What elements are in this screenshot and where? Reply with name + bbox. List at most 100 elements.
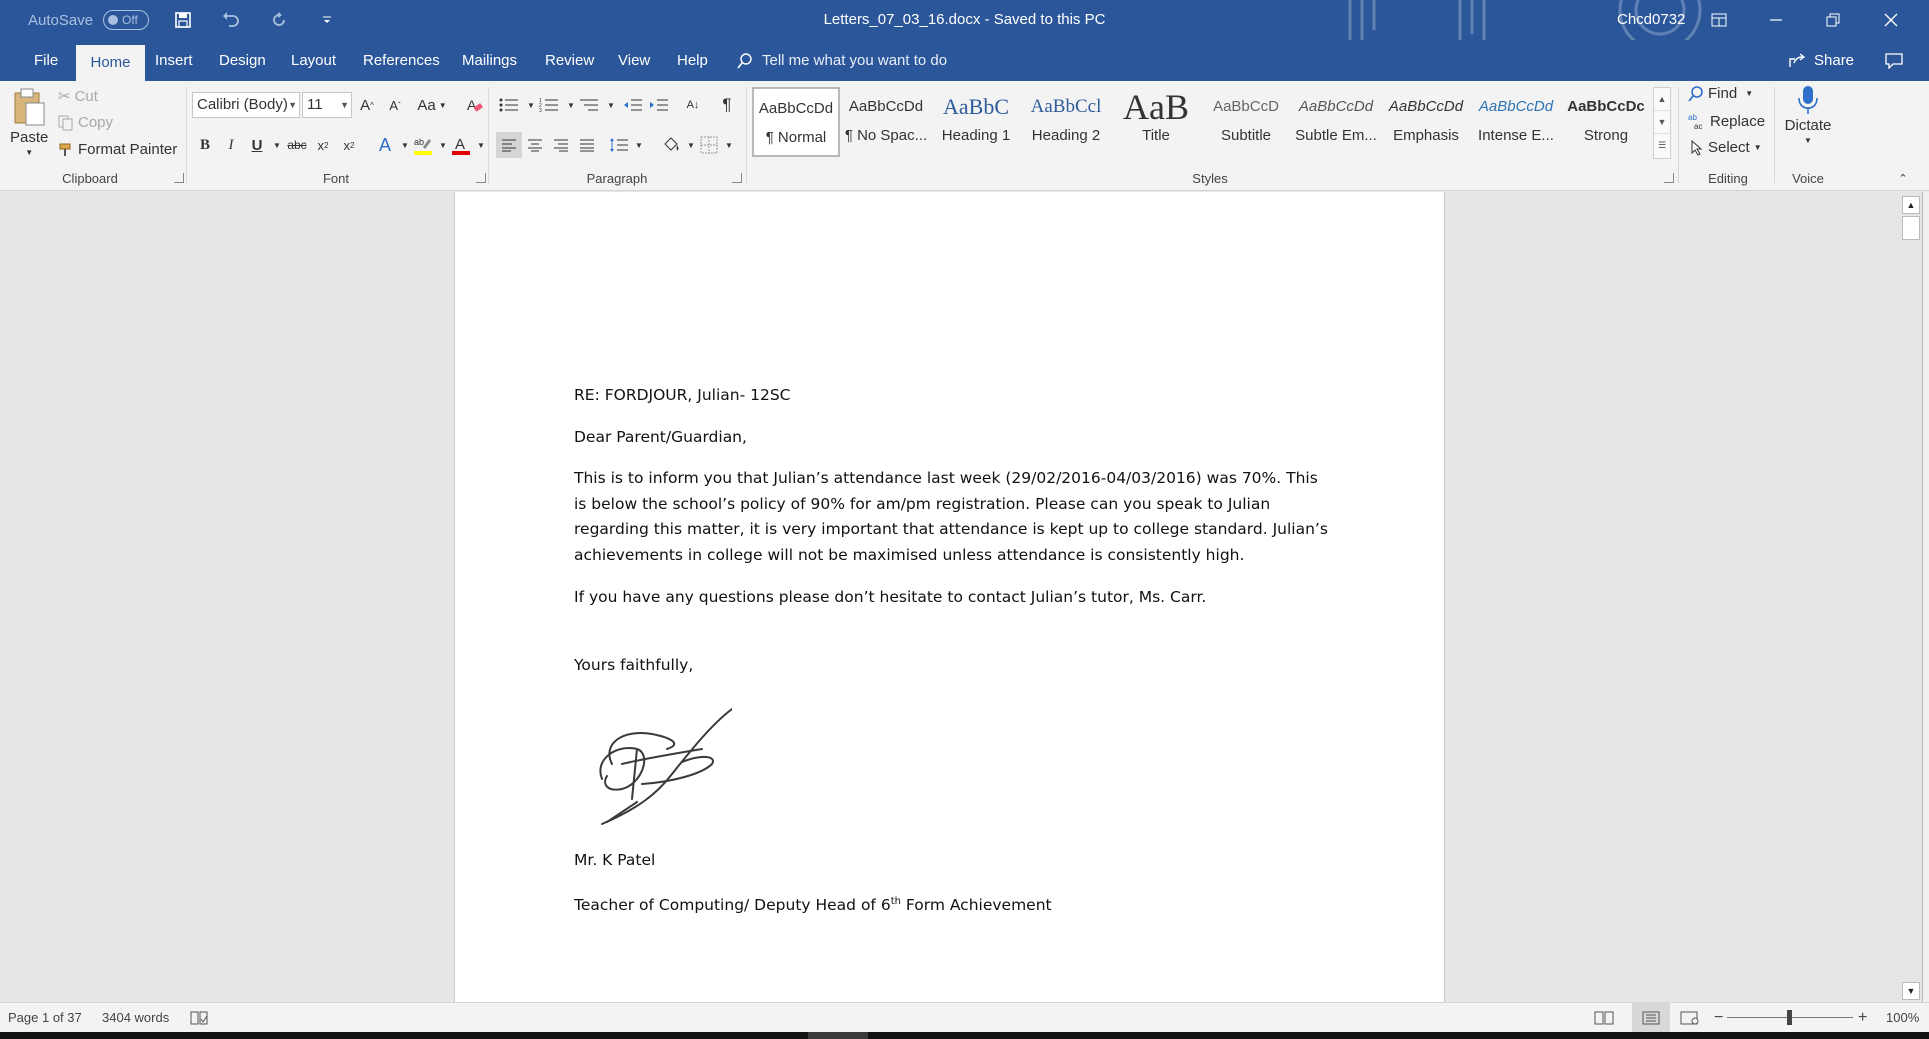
- clipboard-launcher-icon[interactable]: [174, 173, 184, 183]
- tab-review[interactable]: Review: [533, 40, 606, 81]
- tab-view[interactable]: View: [606, 40, 662, 81]
- autosave-state: Off: [122, 13, 138, 27]
- font-color-dropdown-icon[interactable]: ▼: [468, 132, 494, 158]
- format-painter-label: Format Painter: [78, 141, 178, 158]
- increase-indent-icon[interactable]: [646, 92, 672, 118]
- bold-icon[interactable]: B: [192, 132, 218, 158]
- replace-button[interactable]: ab ac Replace: [1688, 112, 1765, 131]
- font-launcher-icon[interactable]: [476, 173, 486, 183]
- tab-file[interactable]: File: [22, 40, 70, 81]
- restore-icon[interactable]: [1810, 0, 1856, 40]
- tab-home[interactable]: Home: [76, 45, 145, 81]
- styles-scroll-down-icon[interactable]: ▼: [1654, 111, 1670, 134]
- taskbar-active-app[interactable]: [808, 1032, 868, 1039]
- customize-qat-icon[interactable]: [313, 6, 341, 34]
- style-heading-1[interactable]: AaBbC Heading 1: [932, 87, 1020, 157]
- style-strong[interactable]: AaBbCcDc Strong: [1562, 87, 1650, 157]
- svg-text:ab: ab: [1688, 113, 1697, 122]
- style-emphasis[interactable]: AaBbCcDd Emphasis: [1382, 87, 1470, 157]
- tab-mailings[interactable]: Mailings: [450, 40, 529, 81]
- minimize-icon[interactable]: [1753, 0, 1799, 40]
- zoom-slider-thumb[interactable]: [1787, 1010, 1792, 1025]
- ribbon-display-icon[interactable]: [1696, 0, 1742, 40]
- paste-dropdown-icon[interactable]: ▼: [25, 148, 33, 157]
- document-body[interactable]: RE: FORDJOUR, Julian- 12SC Dear Parent/G…: [574, 382, 1334, 935]
- style-no-spacing[interactable]: AaBbCcDd ¶ No Spac...: [842, 87, 930, 157]
- clear-formatting-icon[interactable]: A: [461, 92, 487, 118]
- align-left-icon[interactable]: [496, 132, 522, 158]
- format-painter-button[interactable]: Format Painter: [58, 141, 177, 158]
- paragraph-launcher-icon[interactable]: [732, 173, 742, 183]
- close-icon[interactable]: [1868, 0, 1914, 40]
- style-intense-emphasis[interactable]: AaBbCcDd Intense E...: [1472, 87, 1560, 157]
- styles-group-label: Styles: [1192, 171, 1228, 186]
- account-name[interactable]: Chcd0732: [1617, 0, 1685, 40]
- styles-launcher-icon[interactable]: [1664, 173, 1674, 183]
- pilcrow-icon[interactable]: ¶: [714, 92, 740, 118]
- font-name-combo[interactable]: Calibri (Body) ▼: [192, 92, 300, 118]
- group-divider: [746, 87, 747, 183]
- justify-icon[interactable]: [574, 132, 600, 158]
- scroll-thumb[interactable]: [1902, 216, 1920, 240]
- dictate-button[interactable]: Dictate ▼: [1780, 85, 1836, 145]
- read-mode-icon[interactable]: [1594, 1003, 1614, 1033]
- tell-me-search[interactable]: Tell me what you want to do: [736, 40, 947, 81]
- subscript-icon[interactable]: x2: [310, 132, 336, 158]
- zoom-out-button[interactable]: −: [1714, 1003, 1723, 1033]
- find-button[interactable]: Find ▼: [1688, 85, 1753, 102]
- web-layout-icon[interactable]: [1680, 1003, 1700, 1033]
- grow-font-icon[interactable]: A ^: [354, 92, 380, 118]
- share-button[interactable]: Share: [1788, 40, 1854, 81]
- align-right-icon[interactable]: [548, 132, 574, 158]
- comments-icon[interactable]: [1876, 40, 1912, 81]
- sort-icon[interactable]: A↓: [680, 92, 706, 118]
- dictate-label: Dictate: [1784, 117, 1832, 134]
- style-heading-2[interactable]: AaBbCcl Heading 2: [1022, 87, 1110, 157]
- borders-dropdown-icon[interactable]: ▼: [716, 132, 742, 158]
- align-center-icon[interactable]: [522, 132, 548, 158]
- style-subtle-emphasis[interactable]: AaBbCcDd Subtle Em...: [1292, 87, 1380, 157]
- font-size-combo[interactable]: 11 ▼: [302, 92, 352, 118]
- paste-button[interactable]: Paste ▼: [10, 87, 48, 157]
- tab-layout[interactable]: Layout: [279, 40, 348, 81]
- shrink-font-icon[interactable]: Aˇ: [382, 92, 408, 118]
- document-page[interactable]: RE: FORDJOUR, Julian- 12SC Dear Parent/G…: [454, 192, 1445, 1002]
- role-superscript: th: [890, 896, 901, 908]
- style-preview: AaBbCcDd: [1388, 98, 1464, 115]
- page-count[interactable]: Page 1 of 37: [8, 1003, 82, 1033]
- save-icon[interactable]: [169, 6, 197, 34]
- italic-icon[interactable]: I: [218, 132, 244, 158]
- autosave-toggle[interactable]: Off: [103, 10, 150, 30]
- zoom-in-button[interactable]: +: [1858, 1003, 1867, 1033]
- tab-insert[interactable]: Insert: [143, 40, 205, 81]
- tab-help[interactable]: Help: [665, 40, 720, 81]
- select-button[interactable]: Select ▼: [1690, 139, 1762, 156]
- cut-button[interactable]: ✂ Cut: [58, 87, 98, 106]
- superscript-icon[interactable]: x2: [336, 132, 362, 158]
- proofing-icon[interactable]: [190, 1003, 208, 1033]
- change-case-label: Aa: [417, 96, 436, 114]
- scroll-up-icon[interactable]: ▲: [1902, 196, 1920, 214]
- voice-group-label: Voice: [1792, 171, 1824, 186]
- change-case-button[interactable]: Aa ▼: [414, 92, 450, 118]
- redo-icon[interactable]: [265, 6, 293, 34]
- style-normal[interactable]: AaBbCcDd ¶ Normal: [752, 87, 840, 157]
- print-layout-icon[interactable]: [1632, 1003, 1670, 1033]
- style-subtitle[interactable]: AaBbCcD Subtitle: [1202, 87, 1290, 157]
- word-count[interactable]: 3404 words: [102, 1003, 169, 1033]
- strikethrough-icon[interactable]: abc: [284, 132, 310, 158]
- line-spacing-dropdown-icon[interactable]: ▼: [626, 132, 652, 158]
- copy-button[interactable]: Copy: [58, 114, 113, 131]
- styles-more-icon[interactable]: ☰: [1654, 134, 1670, 157]
- tab-design[interactable]: Design: [207, 40, 278, 81]
- scroll-down-icon[interactable]: ▼: [1902, 982, 1920, 1000]
- decrease-indent-icon[interactable]: [620, 92, 646, 118]
- style-title[interactable]: AaB Title: [1112, 87, 1200, 157]
- signature-image: [599, 708, 733, 826]
- vertical-scrollbar[interactable]: ▲ ▼: [1900, 192, 1929, 1002]
- zoom-level[interactable]: 100%: [1886, 1003, 1919, 1033]
- styles-scroll-up-icon[interactable]: ▲: [1654, 88, 1670, 111]
- tab-references[interactable]: References: [351, 40, 452, 81]
- collapse-ribbon-icon[interactable]: ⌃: [1890, 165, 1916, 191]
- undo-icon[interactable]: [217, 6, 245, 34]
